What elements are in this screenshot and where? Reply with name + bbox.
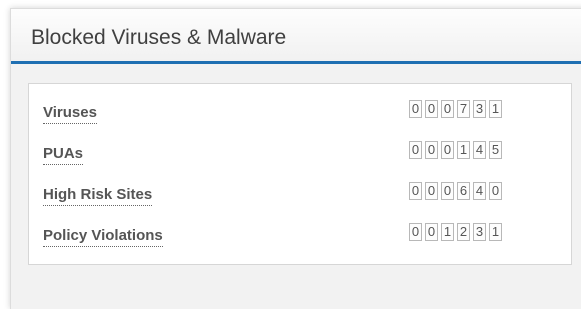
counter-digit: 0 [425,182,438,200]
counter-digit: 3 [473,223,486,241]
counter-digit: 0 [441,100,454,118]
stat-link-high-risk-sites[interactable]: High Risk Sites [43,186,153,206]
counter-puas: 0 0 0 1 4 5 [409,141,502,159]
counter-digit: 0 [425,141,438,159]
counter-digit: 0 [425,223,438,241]
counter-viruses: 0 0 0 7 3 1 [409,100,502,118]
counter-digit: 1 [489,100,502,118]
panel-header: Blocked Viruses & Malware [11,9,581,64]
panel-body: Viruses 0 0 0 7 3 1 PUAs 0 0 0 1 4 5 Hig… [11,64,581,309]
stats-box: Viruses 0 0 0 7 3 1 PUAs 0 0 0 1 4 5 Hig… [28,83,572,265]
counter-digit: 4 [473,182,486,200]
stat-row-policy-violations: Policy Violations 0 0 1 2 3 1 [29,223,571,251]
counter-digit: 2 [457,223,470,241]
counter-policy-violations: 0 0 1 2 3 1 [409,223,502,241]
blocked-malware-panel: Blocked Viruses & Malware Viruses 0 0 0 … [10,8,581,309]
stat-row-high-risk-sites: High Risk Sites 0 0 0 6 4 0 [29,182,571,210]
counter-digit: 4 [473,141,486,159]
counter-digit: 3 [473,100,486,118]
panel-title: Blocked Viruses & Malware [31,26,287,49]
counter-digit: 7 [457,100,470,118]
counter-digit: 0 [409,141,422,159]
stat-link-policy-violations[interactable]: Policy Violations [43,227,163,247]
counter-digit: 0 [409,182,422,200]
counter-digit: 1 [489,223,502,241]
counter-digit: 6 [457,182,470,200]
counter-digit: 1 [457,141,470,159]
stat-row-viruses: Viruses 0 0 0 7 3 1 [29,100,571,128]
counter-digit: 0 [409,100,422,118]
stat-row-puas: PUAs 0 0 0 1 4 5 [29,141,571,169]
stat-link-viruses[interactable]: Viruses [43,104,97,124]
counter-digit: 0 [441,182,454,200]
counter-high-risk-sites: 0 0 0 6 4 0 [409,182,502,200]
counter-digit: 1 [441,223,454,241]
counter-digit: 0 [409,223,422,241]
counter-digit: 0 [441,141,454,159]
counter-digit: 0 [425,100,438,118]
counter-digit: 5 [489,141,502,159]
counter-digit: 0 [489,182,502,200]
stat-link-puas[interactable]: PUAs [43,145,84,165]
